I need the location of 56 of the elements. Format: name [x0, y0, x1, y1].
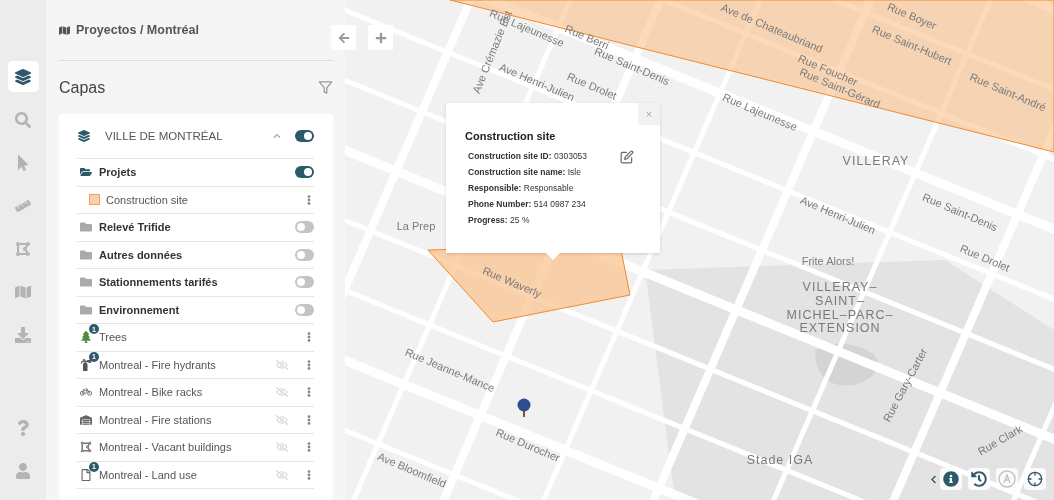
toggle-switch[interactable]	[295, 248, 314, 261]
layer-label: Montreal - Land use	[99, 468, 198, 481]
toggle-switch[interactable]	[295, 166, 314, 179]
map-label: Frite Alors!	[801, 254, 855, 268]
attribute-text: Construction site name: Isle	[468, 167, 581, 177]
toggle-switch[interactable]	[295, 130, 314, 142]
layer-label: Montreal - Vacant buildings	[99, 441, 233, 454]
station-icon	[79, 412, 93, 427]
plus-icon	[374, 31, 387, 44]
attribute-text: Phone Number: 514 0987 234	[468, 199, 586, 209]
source-label: VILLE DE MONTRÉAL	[105, 130, 224, 142]
map-label: Stade IGA	[746, 454, 814, 468]
layer-label: Montreal - Bike racks	[99, 386, 204, 399]
toggle-switch[interactable]	[295, 276, 314, 289]
layer-label: Montreal - Fire hydrants	[99, 358, 217, 371]
eye-off-icon[interactable]	[276, 468, 288, 481]
breadcrumb[interactable]: Proyectos / Montréal	[76, 23, 199, 37]
toggle-switch[interactable]	[295, 303, 314, 316]
eye-off-icon[interactable]	[276, 358, 288, 371]
add-button[interactable]	[368, 25, 393, 50]
map-label: VILLERAY– SAINT– MICHEL–PARC– EXTENSION	[786, 280, 894, 336]
layer-label: Construction site	[106, 193, 189, 206]
back-button[interactable]	[331, 25, 356, 50]
map-icon	[59, 24, 70, 36]
info-icon[interactable]	[940, 468, 962, 490]
map-label: VILLERAY	[842, 155, 910, 169]
toggle-switch[interactable]	[295, 221, 314, 234]
map-label: La Prep	[396, 219, 436, 233]
map-label: Rue Drolet	[958, 242, 1012, 274]
panel-title: Capas	[59, 78, 106, 97]
tree-marker-icon	[516, 398, 532, 418]
chevron-left-icon[interactable]	[929, 474, 938, 484]
layer-group-label: Environnement	[99, 303, 181, 316]
layer-group-label: Autres données	[99, 248, 184, 261]
eye-off-icon[interactable]	[276, 441, 288, 454]
layer-label: Trees	[99, 331, 128, 344]
filter-icon[interactable]	[318, 80, 333, 95]
layer-group-label: Projets	[99, 166, 138, 179]
caret-icon[interactable]	[273, 132, 281, 140]
attribute-text: Construction site ID: 0303053	[468, 151, 588, 161]
arrow-left-icon	[337, 31, 350, 44]
attribute-text: Responsible: Responsable	[468, 183, 574, 193]
history-icon[interactable]	[968, 468, 990, 490]
layer-group-label: Stationnements tarifés	[99, 276, 219, 289]
layers-icon	[77, 129, 91, 143]
eye-off-icon[interactable]	[276, 413, 288, 426]
attribute-text: Progress: 25 %	[468, 215, 530, 225]
locate-icon[interactable]	[1024, 468, 1046, 490]
edit-icon[interactable]	[620, 150, 634, 164]
map-label: Rue Boyer	[885, 0, 939, 32]
layers-icon[interactable]	[7, 61, 39, 92]
layer-group-label: Relevé Trifide	[99, 221, 172, 234]
map-label: Rue Clark	[975, 422, 1025, 458]
popup-title: Construction site	[465, 130, 557, 142]
layer-label: Montreal - Fire stations	[99, 413, 213, 426]
eye-off-icon[interactable]	[276, 386, 288, 399]
